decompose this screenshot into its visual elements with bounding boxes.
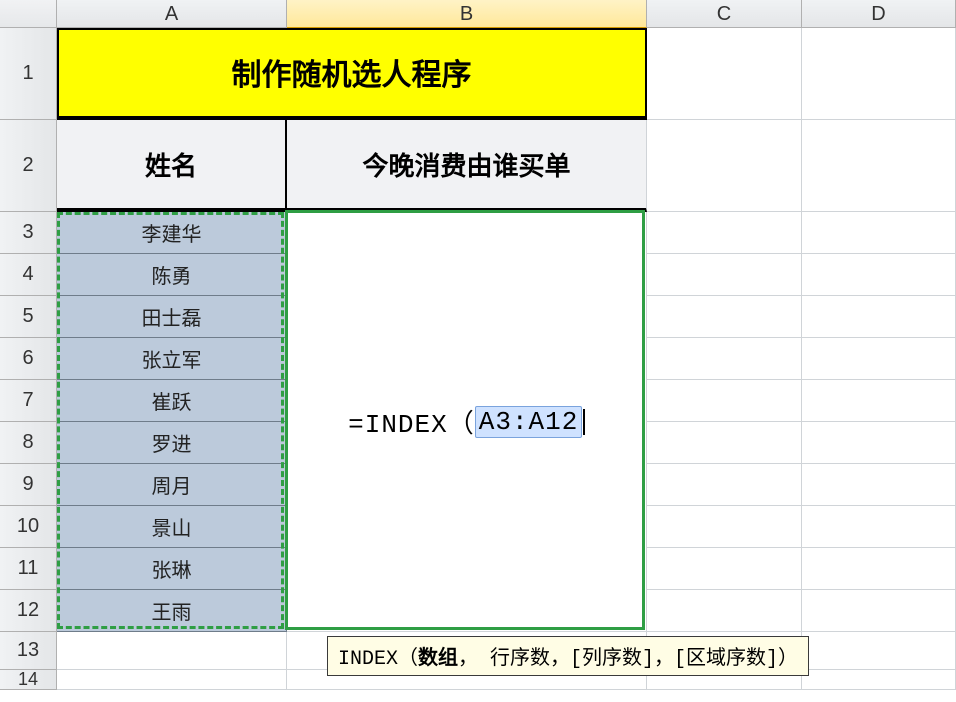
tooltip-fn: INDEX <box>338 648 398 671</box>
select-all-corner[interactable] <box>0 0 57 28</box>
cell-D12[interactable] <box>802 590 956 632</box>
name-cell-10[interactable]: 王雨 <box>57 590 287 632</box>
name-cell-1[interactable]: 李建华 <box>57 212 287 254</box>
row-header-14[interactable]: 14 <box>0 670 57 690</box>
name-cell-2[interactable]: 陈勇 <box>57 254 287 296</box>
cell-A13[interactable] <box>57 632 287 670</box>
header-name[interactable]: 姓名 <box>57 120 287 212</box>
column-header-D[interactable]: D <box>802 0 956 28</box>
cell-C2[interactable] <box>647 120 802 212</box>
formula-reference: A3:A12 <box>475 406 583 438</box>
cell-D1[interactable] <box>802 28 956 120</box>
row-header-4[interactable]: 4 <box>0 254 57 296</box>
tooltip-open: （ <box>398 648 418 671</box>
header-who-pays[interactable]: 今晚消费由谁买单 <box>287 120 647 212</box>
name-cell-4[interactable]: 张立军 <box>57 338 287 380</box>
row-header-3[interactable]: 3 <box>0 212 57 254</box>
row-header-8[interactable]: 8 <box>0 422 57 464</box>
cell-D14[interactable] <box>802 670 956 690</box>
cell-C3[interactable] <box>647 212 802 254</box>
title-cell[interactable]: 制作随机选人程序 <box>57 28 647 120</box>
cell-D11[interactable] <box>802 548 956 590</box>
tooltip-arg-current[interactable]: 数组 <box>418 648 458 671</box>
cell-D7[interactable] <box>802 380 956 422</box>
cell-D8[interactable] <box>802 422 956 464</box>
cell-D4[interactable] <box>802 254 956 296</box>
column-headers: ABCD <box>57 0 956 28</box>
row-headers: 1234567891011121314 <box>0 28 57 690</box>
cell-D13[interactable] <box>802 632 956 670</box>
row-header-2[interactable]: 2 <box>0 120 57 212</box>
cell-C4[interactable] <box>647 254 802 296</box>
formula-prefix: =INDEX（ <box>348 403 475 440</box>
name-cell-6[interactable]: 罗进 <box>57 422 287 464</box>
cell-C11[interactable] <box>647 548 802 590</box>
column-header-B[interactable]: B <box>287 0 647 28</box>
column-header-C[interactable]: C <box>647 0 802 28</box>
cell-C8[interactable] <box>647 422 802 464</box>
cell-C6[interactable] <box>647 338 802 380</box>
row-header-5[interactable]: 5 <box>0 296 57 338</box>
text-cursor <box>583 409 585 435</box>
cell-D6[interactable] <box>802 338 956 380</box>
name-cell-3[interactable]: 田士磊 <box>57 296 287 338</box>
cell-C10[interactable] <box>647 506 802 548</box>
tooltip-rest[interactable]: 行序数，[列序数]，[区域序数]） <box>490 648 798 671</box>
row-header-9[interactable]: 9 <box>0 464 57 506</box>
cell-D2[interactable] <box>802 120 956 212</box>
cell-A14[interactable] <box>57 670 287 690</box>
row-header-6[interactable]: 6 <box>0 338 57 380</box>
cell-D3[interactable] <box>802 212 956 254</box>
row-header-10[interactable]: 10 <box>0 506 57 548</box>
name-cell-5[interactable]: 崔跃 <box>57 380 287 422</box>
name-cell-9[interactable]: 张琳 <box>57 548 287 590</box>
cell-C5[interactable] <box>647 296 802 338</box>
row-header-7[interactable]: 7 <box>0 380 57 422</box>
cell-C7[interactable] <box>647 380 802 422</box>
spreadsheet: ABCD 1234567891011121314 制作随机选人程序姓名今晚消费由… <box>0 0 956 702</box>
column-header-A[interactable]: A <box>57 0 287 28</box>
formula-editing-cell[interactable]: =INDEX（A3:A12 <box>287 212 647 632</box>
cell-D10[interactable] <box>802 506 956 548</box>
row-header-11[interactable]: 11 <box>0 548 57 590</box>
cell-C9[interactable] <box>647 464 802 506</box>
function-tooltip[interactable]: INDEX（数组， 行序数，[列序数]，[区域序数]） <box>327 636 809 676</box>
cell-D9[interactable] <box>802 464 956 506</box>
cell-C1[interactable] <box>647 28 802 120</box>
name-cell-7[interactable]: 周月 <box>57 464 287 506</box>
row-header-13[interactable]: 13 <box>0 632 57 670</box>
tooltip-comma: ， <box>458 648 478 671</box>
row-header-1[interactable]: 1 <box>0 28 57 120</box>
row-header-12[interactable]: 12 <box>0 590 57 632</box>
name-cell-8[interactable]: 景山 <box>57 506 287 548</box>
cell-C12[interactable] <box>647 590 802 632</box>
cell-D5[interactable] <box>802 296 956 338</box>
